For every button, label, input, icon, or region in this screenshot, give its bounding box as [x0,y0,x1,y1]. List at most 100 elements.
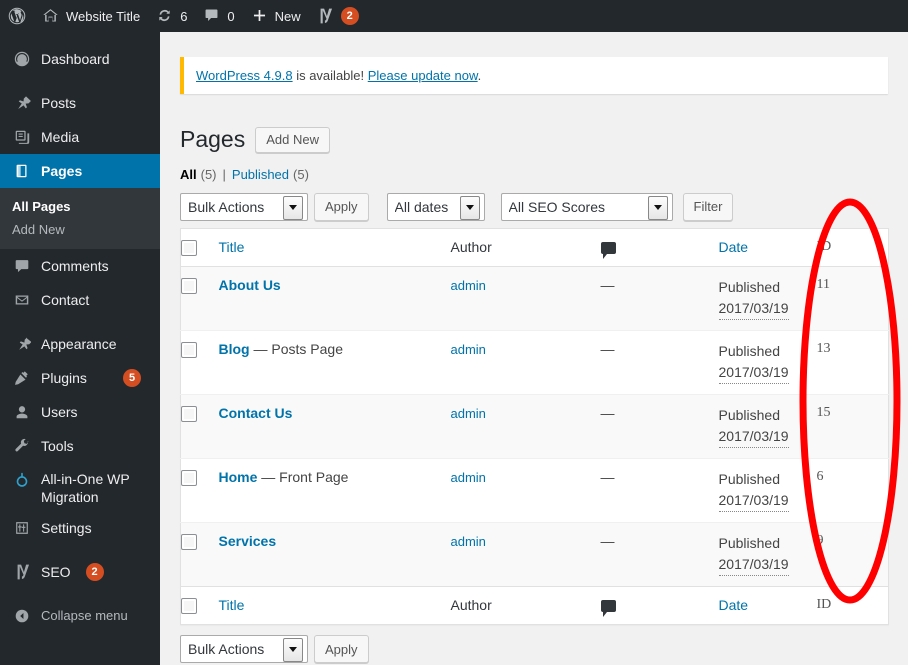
add-new-button[interactable]: Add New [255,126,330,153]
page-title-link[interactable]: About Us [219,277,281,293]
sidebar-item-appearance[interactable]: Appearance [0,327,160,361]
table-row[interactable]: Home — Front Page admin — Published 2017… [180,459,889,523]
page-title-link[interactable]: Contact Us [219,405,293,421]
adminbar-comments[interactable]: 0 [195,0,242,32]
row-checkbox[interactable] [181,342,197,359]
sidebar-item-label: Plugins [41,369,87,386]
table-row[interactable]: About Us admin — Published 2017/03/19 11 [180,266,889,331]
author-link[interactable]: admin [451,406,486,421]
column-footer-comments[interactable] [600,586,719,625]
sidebar-item-posts[interactable]: Posts [0,86,160,120]
column-header-title[interactable]: Title [218,228,451,268]
column-footer-title[interactable]: Title [218,586,451,625]
select-all-checkbox-footer[interactable] [181,598,197,615]
sidebar-item-label: Settings [41,519,92,536]
filter-all[interactable]: All (5) | [180,167,232,182]
sidebar-item-users[interactable]: Users [0,395,160,429]
adminbar-seo[interactable]: 2 [309,0,367,32]
column-header-comments[interactable] [600,228,719,268]
filter-published-link[interactable]: Published [232,167,289,182]
row-comments-cell: — [601,267,719,331]
seo-scores-filter-select[interactable]: All SEO Scores [500,192,673,221]
row-id-cell: 15 [816,405,831,421]
adminbar-wp-logo[interactable] [0,0,34,32]
sidebar-item-comments[interactable]: Comments [0,249,160,283]
table-header-row: Title Author Date ID [180,228,889,268]
dates-filter-select[interactable]: All dates [386,192,485,221]
apply-button-top[interactable]: Apply [314,192,369,221]
collapse-menu-button[interactable]: Collapse menu [0,599,160,633]
please-update-now-link[interactable]: Please update now [368,68,478,83]
bulk-actions-select[interactable]: Bulk Actions [180,192,308,221]
seo-scores-select-wrap: All SEO Scores [500,192,673,221]
sidebar-item-plugins[interactable]: Plugins 5 [0,361,160,395]
author-link[interactable]: admin [451,342,486,357]
sidebar-item-seo[interactable]: SEO 2 [0,555,160,589]
settings-sliders-icon [12,518,32,538]
row-checkbox-cell [181,395,219,459]
date-value: 2017/03/19 [718,362,789,385]
sidebar-item-dashboard[interactable]: Dashboard [0,42,160,76]
sidebar-item-label: SEO [41,563,71,580]
adminbar-updates[interactable]: 6 [148,0,195,32]
date-status: Published [718,407,781,424]
row-checkbox[interactable] [181,278,197,295]
sidebar-item-tools[interactable]: Tools [0,429,160,463]
row-comments-cell: — [601,395,719,459]
home-icon [42,7,60,25]
author-link[interactable]: admin [451,470,486,485]
page-title-link[interactable]: Blog [219,341,250,357]
migration-icon [12,471,32,491]
sidebar-item-settings[interactable]: Settings [0,511,160,545]
bulk-actions-select-wrap-bottom: Bulk Actions [180,635,308,664]
table-row[interactable]: Contact Us admin — Published 2017/03/19 … [180,394,889,459]
apply-button-bottom[interactable]: Apply [314,635,369,664]
sidebar-subitem-add-new[interactable]: Add New [0,218,160,241]
row-checkbox[interactable] [181,534,197,551]
filter-all-link[interactable]: All [180,167,197,182]
table-row[interactable]: Services admin — Published 2017/03/19 9 [180,522,889,587]
sort-date-link[interactable]: Date [719,239,749,255]
wordpress-version-link[interactable]: WordPress 4.9.8 [196,68,293,83]
author-link[interactable]: admin [451,278,486,293]
row-checkbox[interactable] [181,470,197,487]
column-header-date[interactable]: Date [718,228,817,268]
collapse-arrow-icon [12,606,32,626]
sidebar-item-all-in-one-wp-migration[interactable]: All-in-One WP Migration [0,463,160,511]
filter-published[interactable]: Published (5) [232,167,309,182]
comments-value: — [600,469,615,486]
sidebar-subitem-all-pages[interactable]: All Pages [0,195,160,218]
author-link[interactable]: admin [451,534,486,549]
sidebar-item-label: All-in-One WP Migration [41,471,130,506]
table-row[interactable]: Blog — Posts Page admin — Published 2017… [180,331,889,395]
sidebar-item-label: Posts [41,94,77,111]
sort-date-link-footer[interactable]: Date [719,597,749,613]
sort-title-link-footer[interactable]: Title [219,597,245,613]
comment-bubble-icon [203,7,221,25]
sidebar-item-contact[interactable]: Contact [0,283,160,317]
main-content: WordPress 4.9.8 is available! Please upd… [160,32,908,665]
adminbar-new-content[interactable]: New [243,0,309,32]
bulk-actions-select-bottom[interactable]: Bulk Actions [180,635,308,664]
sidebar-item-label: Dashboard [41,50,110,67]
column-footer-date[interactable]: Date [718,586,817,625]
row-comments-cell: — [601,459,719,523]
row-title-cell: Home — Front Page [219,459,451,523]
adminbar-site-name[interactable]: Website Title [34,0,148,32]
table-head: Title Author Date ID [180,228,889,268]
row-title-cell: Services [219,523,451,587]
row-id-cell: 13 [816,341,831,357]
filter-button[interactable]: Filter [682,192,734,221]
page-title-link[interactable]: Services [219,533,277,549]
page-title-link[interactable]: Home [219,469,258,485]
row-checkbox[interactable] [181,406,197,423]
wordpress-logo-icon [8,7,26,25]
notice-middle-text: is available! [292,68,368,83]
notice-end-text: . [477,68,482,83]
select-all-checkbox[interactable] [181,240,197,257]
column-label-id: ID [816,238,832,254]
sidebar-item-pages[interactable]: Pages [0,154,168,188]
sort-title-link[interactable]: Title [219,239,245,255]
sidebar-item-media[interactable]: Media [0,120,160,154]
